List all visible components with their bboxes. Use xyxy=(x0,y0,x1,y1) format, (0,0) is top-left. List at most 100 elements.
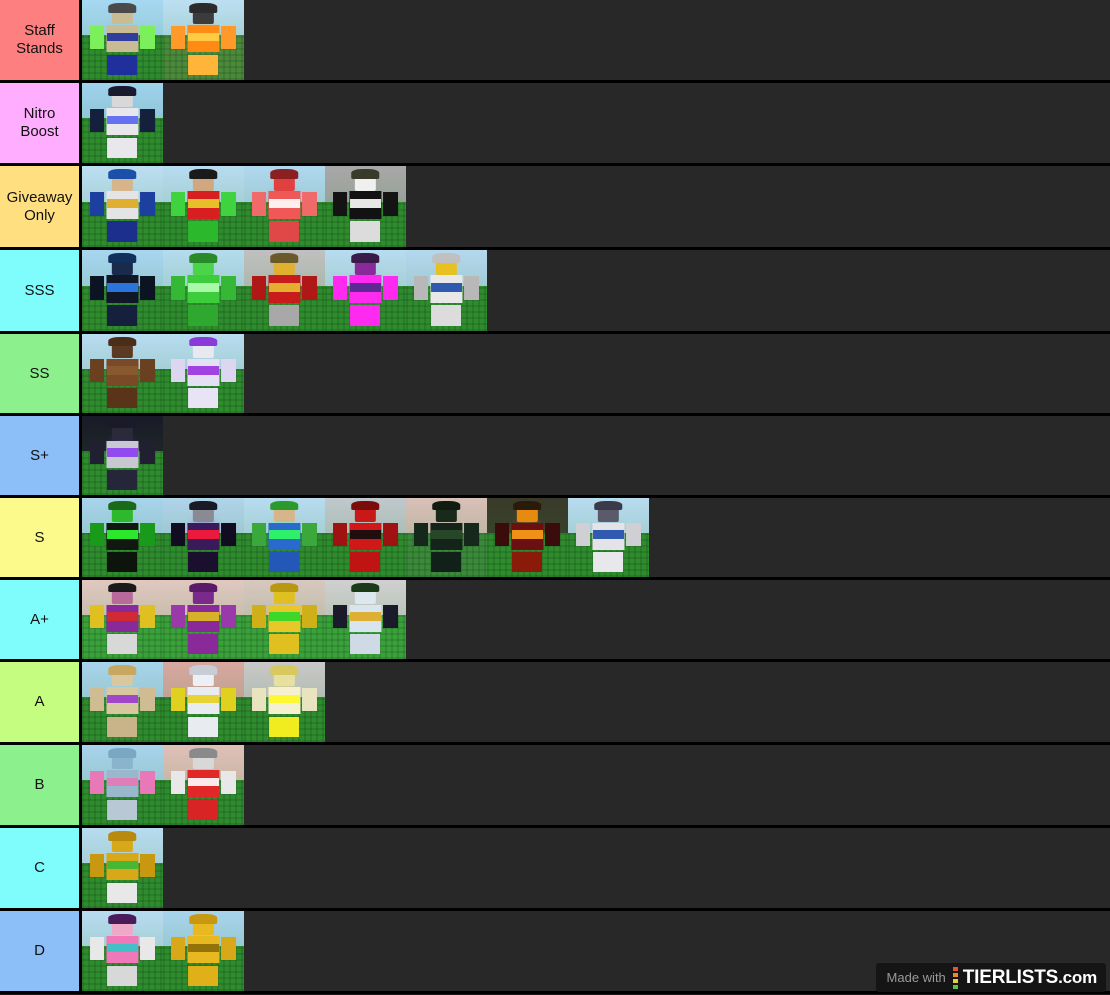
avatar-hair xyxy=(108,169,137,179)
thumbnail-avatar xyxy=(333,582,398,655)
tier-item-red-glowing-small-stand[interactable] xyxy=(244,166,325,247)
avatar-left-arm xyxy=(171,191,186,216)
avatar-left-arm xyxy=(90,770,105,795)
tier-row: Giveaway Only xyxy=(0,166,1110,250)
tier-label-a-[interactable]: A+ xyxy=(0,580,82,659)
tier-item-red-shirt-green-hero-stand[interactable] xyxy=(163,166,244,247)
avatar-left-arm xyxy=(333,605,348,629)
avatar-right-arm xyxy=(545,523,560,547)
tier-item-gold-simple-stand[interactable] xyxy=(163,911,244,991)
tier-item-purple-glow-dark-stand[interactable] xyxy=(82,416,163,495)
tier-item-purple-star-platinum-stand[interactable] xyxy=(82,580,163,659)
tier-label-a[interactable]: A xyxy=(0,662,82,742)
tier-item-pink-teal-purple-hair-stand[interactable] xyxy=(82,911,163,991)
avatar-right-arm xyxy=(383,275,398,300)
avatar-legs xyxy=(188,305,219,327)
tier-items-strip[interactable] xyxy=(82,662,1110,742)
tier-row: Nitro Boost xyxy=(0,83,1110,166)
tier-item-green-glow-stand[interactable] xyxy=(163,250,244,331)
avatar-right-arm xyxy=(221,605,236,629)
avatar-left-arm xyxy=(90,936,105,961)
tier-item-gold-the-world-stand[interactable] xyxy=(244,580,325,659)
avatar-accent xyxy=(268,198,301,208)
tier-item-red-white-checkered-stand[interactable] xyxy=(163,745,244,825)
avatar-accent xyxy=(187,943,220,953)
thumbnail-avatar xyxy=(90,500,155,573)
tier-items-strip[interactable] xyxy=(82,416,1110,495)
avatar-hair xyxy=(189,747,218,758)
tier-item-magenta-pink-stand[interactable] xyxy=(325,250,406,331)
avatar-accent xyxy=(268,694,301,704)
tier-item-white-blue-striped-stand[interactable] xyxy=(406,250,487,331)
avatar-left-arm xyxy=(252,191,267,216)
tier-label-sss[interactable]: SSS xyxy=(0,250,82,331)
tier-item-yellow-glowing-stand[interactable] xyxy=(244,662,325,742)
avatar-accent xyxy=(187,694,220,704)
tier-item-white-blue-tusk-stand[interactable] xyxy=(568,498,649,577)
tier-row: C xyxy=(0,828,1110,911)
tier-items-strip[interactable] xyxy=(82,745,1110,825)
avatar-hair xyxy=(108,2,137,13)
tier-items-strip[interactable] xyxy=(82,828,1110,908)
avatar-legs xyxy=(269,716,300,738)
avatar-legs xyxy=(107,387,138,409)
tier-item-dark-green-camo-stand[interactable] xyxy=(406,498,487,577)
tier-items-strip[interactable] xyxy=(82,166,1110,247)
thumbnail-avatar xyxy=(90,253,155,327)
tier-label-staff-stands[interactable]: Staff Stands xyxy=(0,0,82,80)
thumbnail-avatar xyxy=(576,500,641,573)
avatar-legs xyxy=(350,633,381,655)
tier-item-white-gold-silver-stand[interactable] xyxy=(163,662,244,742)
tier-label-giveaway-only[interactable]: Giveaway Only xyxy=(0,166,82,247)
avatar-accent xyxy=(106,694,139,704)
tier-item-tan-purple-hierophant-stand[interactable] xyxy=(82,662,163,742)
tier-items-strip[interactable] xyxy=(82,334,1110,413)
tier-label-c[interactable]: C xyxy=(0,828,82,908)
avatar-legs xyxy=(188,221,219,243)
avatar-accent xyxy=(187,612,220,621)
tier-item-orange-magma-stand[interactable] xyxy=(163,0,244,80)
tier-label-b[interactable]: B xyxy=(0,745,82,825)
tier-label-s[interactable]: S xyxy=(0,498,82,577)
tier-items-strip[interactable] xyxy=(82,83,1110,163)
avatar-right-arm xyxy=(221,275,236,300)
tier-item-discord-white-navy-stand[interactable] xyxy=(82,83,163,163)
avatar-left-arm xyxy=(171,523,186,547)
tier-item-green-cap-blue-glow-stand[interactable] xyxy=(244,498,325,577)
avatar-hair xyxy=(351,500,380,511)
tier-item-red-gold-patterned-stand[interactable] xyxy=(244,250,325,331)
tier-items-strip[interactable] xyxy=(82,498,1110,577)
tier-item-tan-torso-blue-pants-stand[interactable] xyxy=(82,0,163,80)
tier-label-s-[interactable]: S+ xyxy=(0,416,82,495)
tier-item-brown-rusty-stand[interactable] xyxy=(82,334,163,413)
tier-item-pumpkin-fire-stand[interactable] xyxy=(487,498,568,577)
tier-item-red-black-demon-stand[interactable] xyxy=(325,498,406,577)
thumbnail-avatar xyxy=(171,913,236,987)
tier-items-strip[interactable] xyxy=(82,580,1110,659)
avatar-left-arm xyxy=(90,359,105,383)
tier-items-strip[interactable] xyxy=(82,0,1110,80)
tier-item-white-gold-silver-chariot-stand[interactable] xyxy=(325,580,406,659)
tier-item-black-white-troll-face-stand[interactable] xyxy=(325,166,406,247)
tier-item-gold-boxy-stand[interactable] xyxy=(82,828,163,908)
tier-item-blue-hair-saiyan-armor-stand[interactable] xyxy=(82,166,163,247)
tier-item-green-neon-mesh-stand[interactable] xyxy=(82,498,163,577)
avatar-accent xyxy=(268,282,301,292)
tier-item-black-purple-red-eyes-stand[interactable] xyxy=(163,498,244,577)
avatar-right-arm xyxy=(140,523,155,547)
tier-label-nitro-boost[interactable]: Nitro Boost xyxy=(0,83,82,163)
tierlists-watermark[interactable]: Made with TIERLISTS.com xyxy=(875,963,1106,992)
tier-label-d[interactable]: D xyxy=(0,911,82,991)
thumbnail-avatar xyxy=(90,169,155,243)
tier-items-strip[interactable] xyxy=(82,250,1110,331)
thumbnail-avatar xyxy=(90,913,155,987)
avatar-right-arm xyxy=(140,108,155,133)
tier-label-ss[interactable]: SS xyxy=(0,334,82,413)
avatar-hair xyxy=(189,169,218,179)
tier-item-blue-pink-crazy-diamond-stand[interactable] xyxy=(82,745,163,825)
tier-item-white-purple-king-crimson-stand[interactable] xyxy=(163,334,244,413)
tier-item-blue-glow-dark-stand[interactable] xyxy=(82,250,163,331)
avatar-right-arm xyxy=(140,936,155,961)
tier-rows-container: Staff Stands Nitro Boost Giveaway Only SSS S… xyxy=(0,0,1110,994)
tier-item-purple-robe-green-eyes-stand[interactable] xyxy=(163,580,244,659)
